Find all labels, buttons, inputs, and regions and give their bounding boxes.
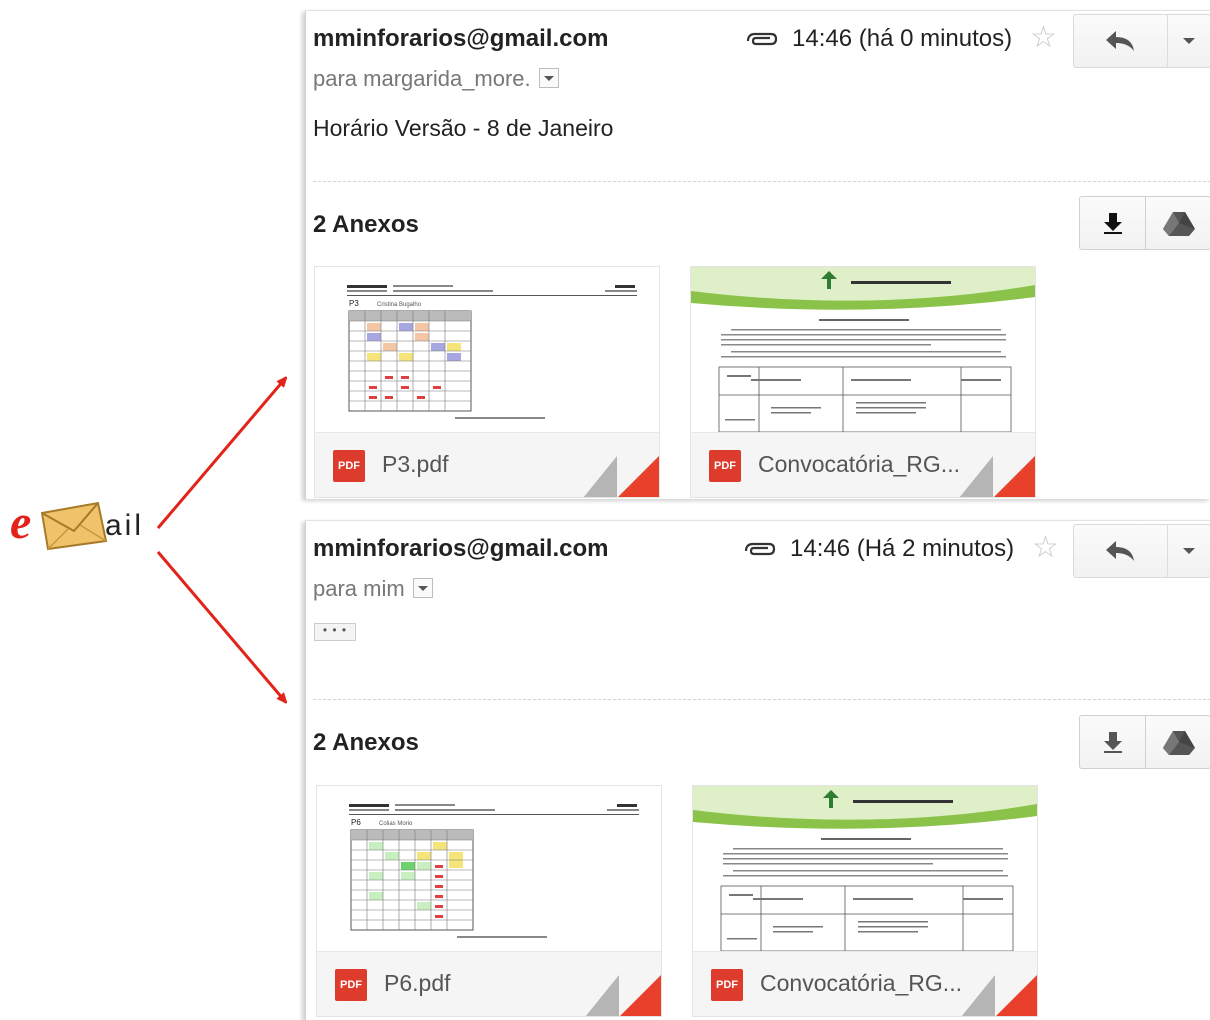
preview-teacher-name: Cristina Bugalho [377, 302, 422, 308]
attachment-preview: P3 Cristina Bugalho [315, 267, 659, 432]
attachment-preview [691, 267, 1035, 432]
paperclip-icon [744, 542, 776, 556]
preview-class-title: P6 [351, 818, 361, 827]
sender-address[interactable]: mminforarios@gmail.com [313, 535, 608, 563]
show-trimmed-content-button[interactable]: • • • [314, 623, 356, 641]
paperclip-icon [746, 32, 778, 46]
recipient-text: para margarida_more. [313, 66, 531, 91]
reply-icon[interactable] [1104, 539, 1136, 563]
attachment-filename: Convocatória_RG... [758, 451, 960, 477]
attachments-title: 2 Anexos [313, 211, 419, 238]
schedule-preview-image: P3 Cristina Bugalho [347, 285, 637, 419]
page-curl-corner-icon [583, 456, 659, 497]
page-curl-corner-icon [961, 975, 1037, 1016]
attachment-preview [693, 786, 1037, 951]
document-preview-image [693, 786, 1037, 951]
attachment-card[interactable]: P6 Colias Morio PDF P6.pdf [316, 785, 662, 1017]
attachments-actions [1079, 715, 1210, 769]
document-preview-image [691, 267, 1035, 432]
pdf-file-icon: PDF [709, 450, 741, 482]
star-icon[interactable]: ☆ [1030, 23, 1057, 53]
email-logo: e ail [10, 495, 160, 555]
attachment-footer: PDF P3.pdf [315, 432, 659, 497]
more-options-chevron-down-icon[interactable] [1183, 548, 1195, 554]
more-options-chevron-down-icon[interactable] [1183, 38, 1195, 44]
email-message-2: mminforarios@gmail.com para mim • • • 14… [305, 520, 1210, 1020]
email-time: 14:46 (há 0 minutos) [792, 25, 1013, 52]
page-curl-corner-icon [959, 456, 1035, 497]
star-icon[interactable]: ☆ [1032, 533, 1059, 563]
sender-address[interactable]: mminforarios@gmail.com [313, 25, 608, 53]
attachment-footer: PDF Convocatória_RG... [691, 432, 1035, 497]
save-to-drive-icon[interactable] [1162, 730, 1196, 756]
attachments-actions [1079, 196, 1210, 250]
email-message-1: mminforarios@gmail.com para margarida_mo… [305, 10, 1210, 499]
message-divider [313, 181, 1210, 182]
pdf-file-icon: PDF [335, 969, 367, 1001]
email-subject: Horário Versão - 8 de Janeiro [313, 115, 614, 141]
recipient-line: para margarida_more. [313, 66, 559, 92]
attachment-filename: Convocatória_RG... [760, 970, 962, 996]
attachment-footer: PDF Convocatória_RG... [693, 951, 1037, 1016]
recipient-details-dropdown[interactable] [412, 578, 433, 599]
message-divider [313, 699, 1210, 700]
attachment-card[interactable]: PDF Convocatória_RG... [692, 785, 1038, 1017]
attachment-filename: P6.pdf [384, 970, 451, 996]
logo-e-letter: e [10, 496, 32, 549]
preview-teacher-name: Colias Morio [379, 821, 413, 827]
actions-separator [1145, 197, 1146, 249]
download-all-icon[interactable] [1102, 730, 1124, 754]
reply-button-group [1073, 14, 1210, 68]
envelope-icon [40, 501, 108, 551]
logo-ail-text: ail [105, 509, 145, 542]
reply-separator [1167, 525, 1168, 577]
reply-separator [1167, 15, 1168, 67]
preview-class-title: P3 [349, 299, 359, 308]
download-all-icon[interactable] [1102, 211, 1124, 235]
schedule-preview-image: P6 Colias Morio [349, 804, 639, 938]
attachment-card[interactable]: P3 Cristina Bugalho PDF P3.pdf [314, 266, 660, 498]
attachment-card[interactable]: PDF Convocatória_RG... [690, 266, 1036, 498]
recipient-line: para mim [313, 576, 433, 602]
email-time: 14:46 (Há 2 minutos) [790, 535, 1015, 562]
recipient-details-dropdown[interactable] [538, 68, 559, 89]
actions-separator [1145, 716, 1146, 768]
pdf-file-icon: PDF [711, 969, 743, 1001]
arrow-to-second-email [156, 551, 284, 700]
reply-icon[interactable] [1104, 29, 1136, 53]
page-curl-corner-icon [585, 975, 661, 1016]
pdf-file-icon: PDF [333, 450, 365, 482]
recipient-text: para mim [313, 576, 405, 601]
attachments-title: 2 Anexos [313, 729, 419, 756]
attachment-preview: P6 Colias Morio [317, 786, 661, 951]
attachment-filename: P3.pdf [382, 451, 449, 477]
arrow-to-first-email [156, 380, 284, 529]
attachment-footer: PDF P6.pdf [317, 951, 661, 1016]
save-to-drive-icon[interactable] [1162, 211, 1196, 237]
reply-button-group [1073, 524, 1210, 578]
